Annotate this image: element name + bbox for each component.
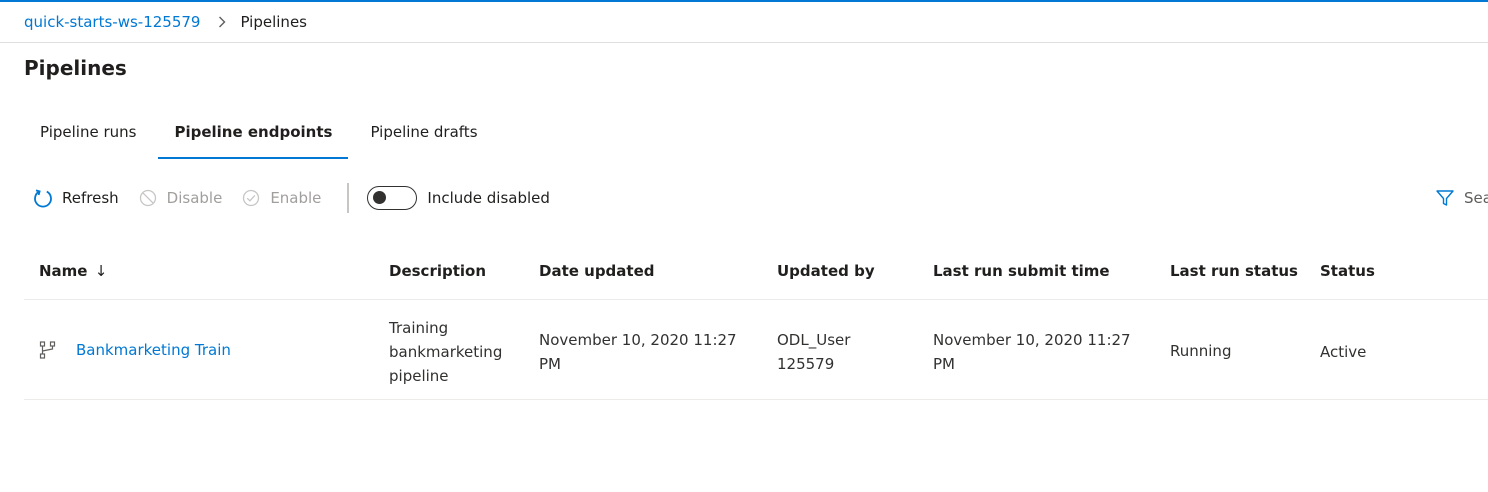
tab-pipeline-drafts[interactable]: Pipeline drafts	[354, 118, 493, 160]
column-header-status[interactable]: Status	[1320, 262, 1375, 280]
pipeline-endpoints-table: Name ↓ Description Date updated Updated …	[24, 248, 1488, 400]
column-header-updated-by[interactable]: Updated by	[777, 262, 875, 280]
column-name-label: Name	[39, 262, 88, 280]
sort-descending-icon: ↓	[94, 262, 108, 280]
breadcrumb-divider	[0, 42, 1488, 43]
enable-label: Enable	[270, 189, 322, 207]
last-run-submit-time-cell: November 10, 2020 11:27 PM	[933, 328, 1131, 376]
tab-label: Pipeline drafts	[370, 123, 478, 141]
search-filter-button[interactable]: Sea	[1434, 182, 1488, 214]
include-disabled-toggle[interactable]	[367, 186, 418, 210]
breadcrumb-workspace-link[interactable]: quick-starts-ws-125579	[24, 13, 200, 31]
column-header-description[interactable]: Description	[389, 262, 486, 280]
refresh-icon	[32, 187, 54, 209]
description-line: Training	[389, 319, 449, 337]
toolbar-separator	[347, 183, 350, 213]
description-line: bankmarketing	[389, 343, 503, 361]
column-header-last-run-status[interactable]: Last run status	[1170, 262, 1298, 280]
status-cell: Active	[1320, 343, 1367, 361]
breadcrumb: quick-starts-ws-125579 Pipelines	[24, 12, 307, 32]
top-accent-line	[0, 0, 1488, 2]
last-run-status-cell: Running	[1170, 342, 1232, 360]
column-header-date-updated[interactable]: Date updated	[539, 262, 655, 280]
include-disabled-label: Include disabled	[427, 189, 550, 207]
tab-label: Pipeline runs	[40, 123, 137, 141]
toggle-knob	[373, 191, 387, 204]
disable-button[interactable]: Disable	[137, 187, 223, 209]
updated-by-cell: ODL_User 125579	[777, 328, 850, 376]
disable-label: Disable	[166, 189, 223, 207]
page-title: Pipelines	[24, 56, 127, 80]
search-filter-label: Sea	[1464, 189, 1488, 207]
date-updated-line: November 10, 2020 11:27	[539, 331, 737, 349]
tab-label: Pipeline endpoints	[174, 123, 333, 141]
enable-button[interactable]: Enable	[240, 187, 321, 209]
refresh-label: Refresh	[62, 189, 119, 207]
check-circle-icon	[240, 187, 262, 209]
tab-pipeline-runs[interactable]: Pipeline runs	[24, 118, 152, 160]
updated-by-line: 125579	[777, 355, 835, 373]
date-updated-cell: November 10, 2020 11:27 PM	[539, 328, 737, 376]
chevron-right-icon	[218, 16, 226, 28]
description-cell: Training bankmarketing pipeline	[389, 316, 502, 388]
breadcrumb-current: Pipelines	[240, 13, 307, 31]
table-header: Name ↓ Description Date updated Updated …	[24, 248, 1488, 300]
pipeline-icon	[38, 340, 58, 360]
table-row[interactable]: Bankmarketing Train Training bankmarketi…	[24, 300, 1488, 400]
name-cell: Bankmarketing Train	[38, 338, 231, 362]
updated-by-line: ODL_User	[777, 331, 851, 349]
toolbar: Refresh Disable Enable Include disabled …	[32, 182, 1488, 214]
column-header-name[interactable]: Name ↓	[39, 262, 107, 280]
tab-list: Pipeline runs Pipeline endpoints Pipelin…	[24, 118, 494, 160]
submit-time-line: November 10, 2020 11:27	[933, 331, 1131, 349]
filter-icon	[1434, 187, 1456, 209]
pipeline-name-link[interactable]: Bankmarketing Train	[76, 338, 231, 362]
date-updated-line: PM	[539, 355, 561, 373]
disable-circle-icon	[137, 187, 159, 209]
refresh-button[interactable]: Refresh	[32, 187, 119, 209]
submit-time-line: PM	[933, 355, 955, 373]
description-line: pipeline	[389, 367, 449, 385]
column-header-last-run-submit-time[interactable]: Last run submit time	[933, 262, 1110, 280]
tab-pipeline-endpoints[interactable]: Pipeline endpoints	[158, 118, 349, 160]
